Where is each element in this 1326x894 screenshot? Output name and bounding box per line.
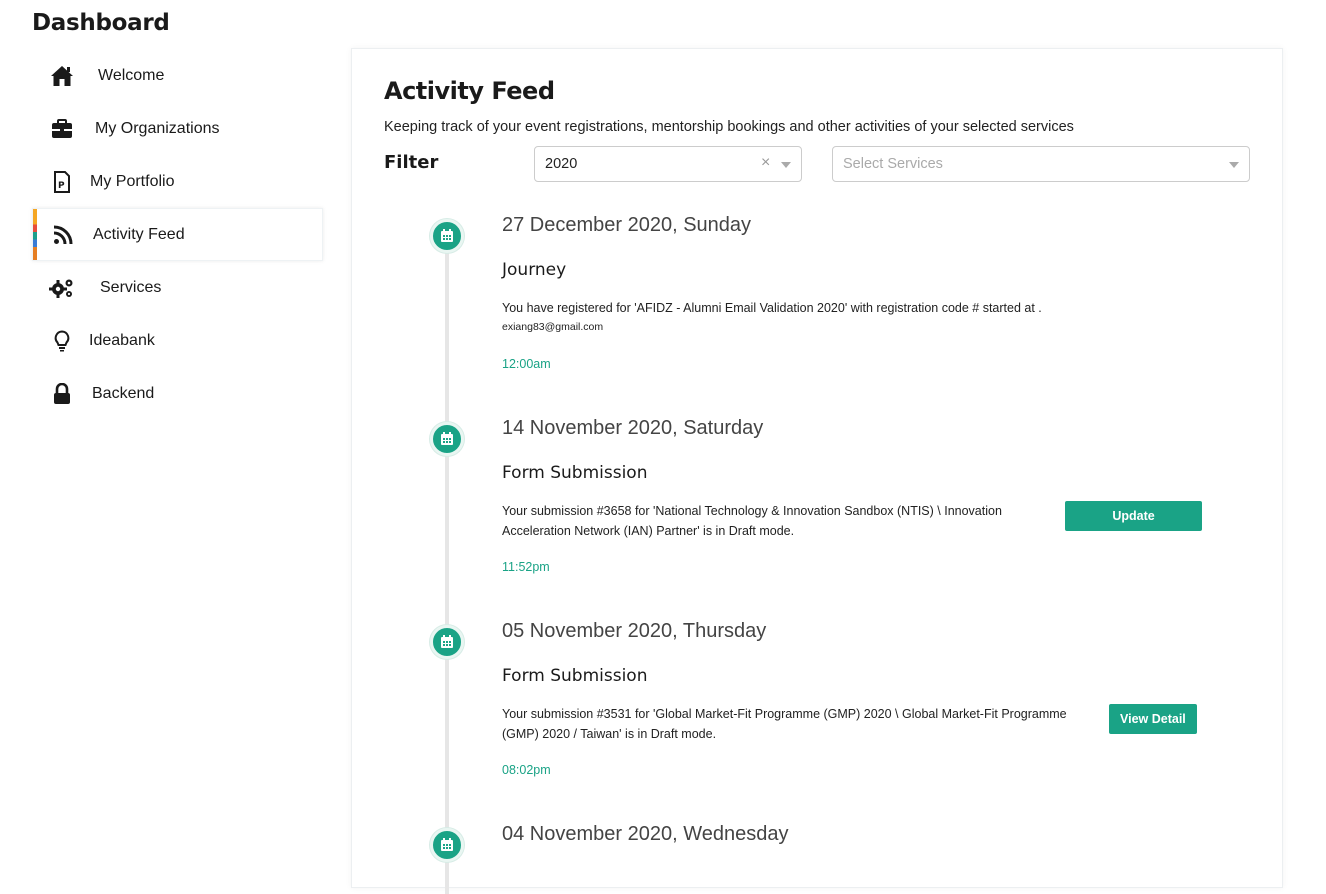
entry-date: 05 November 2020, Thursday — [502, 620, 767, 642]
chevron-down-icon[interactable] — [781, 162, 791, 168]
feed-description: Keeping track of your event registration… — [384, 119, 1074, 135]
lock-icon — [49, 381, 75, 407]
year-select[interactable]: 2020 × — [534, 146, 802, 182]
calendar-icon — [430, 625, 464, 659]
entry-email: exiang83@gmail.com — [502, 321, 604, 333]
rss-feed-icon — [50, 222, 76, 248]
clear-icon[interactable]: × — [761, 154, 770, 172]
entry-message-line: Your submission #3658 for 'National Tech… — [502, 504, 1002, 518]
sidebar-item-label: Welcome — [98, 66, 165, 84]
active-indicator — [33, 209, 37, 260]
calendar-icon — [430, 422, 464, 456]
entry-type: Form Submission — [502, 666, 648, 686]
sidebar-item-welcome[interactable]: Welcome — [32, 49, 324, 102]
year-select-value: 2020 — [545, 156, 578, 172]
filter-label: Filter — [384, 152, 439, 173]
timeline-line — [445, 234, 449, 894]
gears-icon — [49, 275, 75, 301]
sidebar-item-label: Activity Feed — [93, 225, 185, 243]
feed-entry: 05 November 2020, Thursday Form Submissi… — [502, 620, 1202, 777]
portfolio-file-icon: P — [49, 169, 75, 195]
entry-message-line: (GMP) 2020 / Taiwan' is in Draft mode. — [502, 727, 717, 741]
entry-time: 12:00am — [502, 357, 551, 371]
sidebar-item-services[interactable]: Services — [32, 261, 324, 314]
feed-entry: 04 November 2020, Wednesday — [502, 823, 1202, 846]
sidebar-item-ideabank[interactable]: Ideabank — [32, 314, 324, 367]
home-icon — [49, 63, 75, 89]
briefcase-icon — [49, 116, 75, 142]
entry-date: 04 November 2020, Wednesday — [502, 823, 789, 845]
chevron-down-icon[interactable] — [1229, 162, 1239, 168]
feed-title: Activity Feed — [384, 77, 555, 105]
sidebar-item-my-organizations[interactable]: My Organizations — [32, 102, 324, 155]
page-title: Dashboard — [32, 10, 170, 36]
update-submission-button[interactable]: Update Submission — [1065, 501, 1202, 553]
entry-type: Form Submission — [502, 463, 648, 483]
entry-type: Journey — [502, 260, 567, 280]
entry-message: Your submission #3531 for 'Global Market… — [502, 704, 1102, 744]
services-select-placeholder: Select Services — [843, 156, 943, 172]
sidebar-item-backend[interactable]: Backend — [32, 367, 324, 420]
sidebar-item-label: My Organizations — [95, 119, 220, 137]
sidebar-item-my-portfolio[interactable]: P My Portfolio — [32, 155, 324, 208]
entry-time: 11:52pm — [502, 560, 550, 574]
view-detail-button[interactable]: View Detail — [1109, 704, 1197, 734]
entry-message-line: Your submission #3531 for 'Global Market… — [502, 707, 1067, 721]
services-select[interactable]: Select Services — [832, 146, 1250, 182]
sidebar-item-label: Backend — [92, 384, 155, 402]
entry-message: Your submission #3658 for 'National Tech… — [502, 501, 1042, 541]
lightbulb-icon — [49, 328, 75, 354]
activity-feed-panel: Activity Feed Keeping track of your even… — [351, 48, 1283, 894]
sidebar: Welcome My Organizations P My Portfolio … — [32, 49, 324, 420]
entry-date: 14 November 2020, Saturday — [502, 417, 764, 439]
entry-message-line: Acceleration Network (IAN) Partner' is i… — [502, 524, 795, 538]
feed-entry: 27 December 2020, Sunday Journey You hav… — [502, 214, 1202, 371]
entry-time: 08:02pm — [502, 763, 551, 777]
sidebar-item-activity-feed[interactable]: Activity Feed — [32, 208, 323, 261]
feed-entry: 14 November 2020, Saturday Form Submissi… — [502, 417, 1202, 574]
sidebar-item-label: Ideabank — [89, 331, 155, 349]
entry-message: You have registered for 'AFIDZ - Alumni … — [502, 301, 1042, 315]
entry-date: 27 December 2020, Sunday — [502, 214, 752, 236]
calendar-icon — [430, 828, 464, 862]
sidebar-item-label: Services — [100, 278, 162, 296]
calendar-icon — [430, 219, 464, 253]
sidebar-item-label: My Portfolio — [90, 172, 175, 190]
svg-text:P: P — [58, 181, 65, 191]
